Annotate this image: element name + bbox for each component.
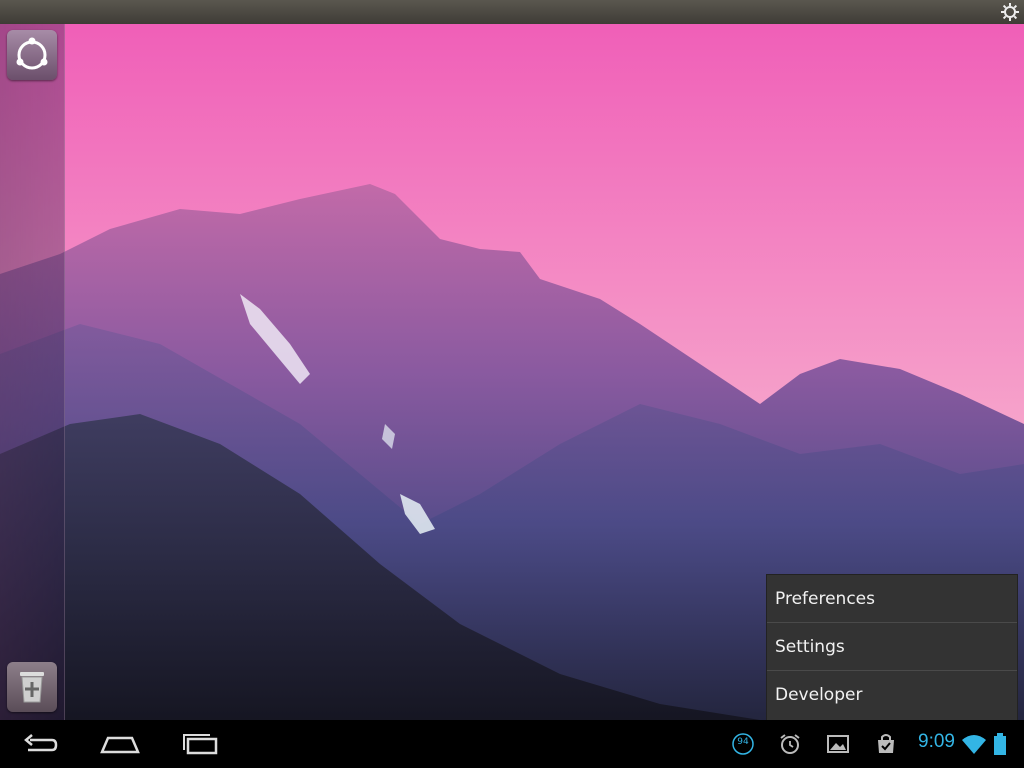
home-icon[interactable] [98, 728, 142, 760]
wifi-icon[interactable] [960, 732, 988, 756]
overflow-menu: Preferences Settings Developer [766, 574, 1018, 722]
top-panel [0, 0, 1024, 24]
recent-apps-icon[interactable] [178, 728, 222, 760]
status-clock[interactable]: 9:09 [918, 731, 955, 753]
back-icon[interactable] [18, 728, 62, 760]
menu-item-preferences[interactable]: Preferences [767, 575, 1017, 623]
gallery-icon[interactable] [826, 732, 850, 756]
menu-item-settings[interactable]: Settings [767, 623, 1017, 671]
notification-badge-text: 94 [737, 737, 749, 747]
trash-button[interactable] [7, 662, 57, 712]
launcher-panel [0, 24, 65, 720]
battery-icon[interactable] [992, 732, 1008, 756]
notification-count-icon[interactable]: 94 [730, 732, 756, 756]
dash-home-button[interactable] [7, 30, 57, 80]
trash-icon [20, 672, 44, 703]
alarm-icon[interactable] [778, 732, 802, 756]
navigation-bar: 94 9:09 [0, 720, 1024, 768]
menu-item-developer[interactable]: Developer [767, 671, 1017, 719]
power-gear-icon[interactable] [1000, 2, 1020, 22]
ubuntu-dash-icon [16, 37, 48, 70]
store-icon[interactable] [874, 732, 898, 756]
